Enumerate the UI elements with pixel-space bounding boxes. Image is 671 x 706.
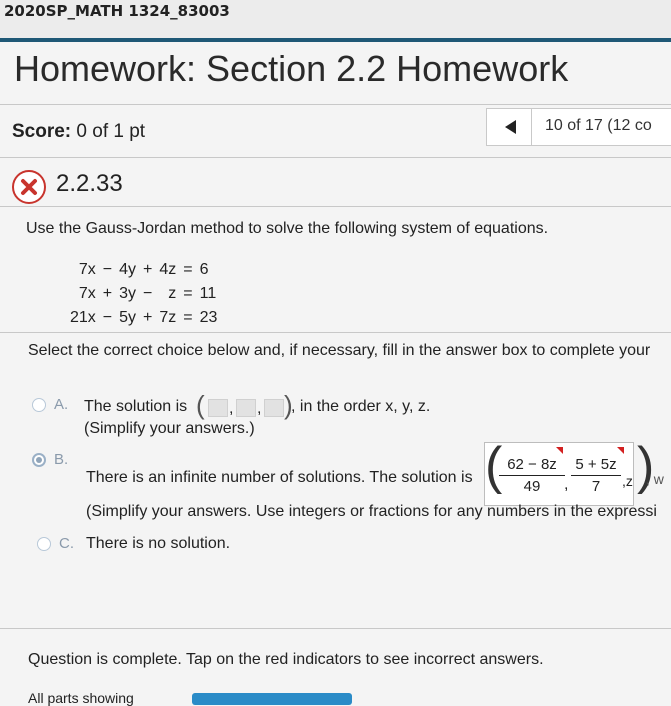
equation-operator: +: [102, 285, 113, 302]
equation-operator: −: [102, 261, 113, 278]
equation-term: 5y: [119, 309, 137, 326]
fraction-bar: [499, 475, 565, 476]
option-b-after: , w: [646, 471, 664, 487]
fraction-x[interactable]: 62 − 8z 49: [499, 456, 565, 495]
question-number: 2.2.33: [56, 170, 123, 197]
equation-equals: =: [183, 309, 193, 326]
divider: [0, 157, 671, 158]
equation-term: 21x: [70, 309, 96, 326]
equation-term: 3y: [119, 285, 137, 302]
question-nav: 10 of 17 (12 co: [486, 108, 671, 146]
equation-operator: −: [102, 309, 113, 326]
divider: [0, 104, 671, 105]
footer-text: All parts showing: [28, 690, 134, 706]
score: Score: 0 of 1 pt: [12, 121, 145, 143]
fraction-bar: [571, 475, 621, 476]
divider: [0, 628, 671, 629]
equation-term: 7x: [78, 285, 96, 302]
option-a-order: , in the order x, y, z.: [291, 398, 431, 415]
option-a-letter: A.: [54, 396, 69, 413]
divider: [0, 206, 671, 207]
comma: ,: [564, 476, 569, 493]
answer-box-x[interactable]: [208, 399, 228, 417]
option-a-radio[interactable]: [32, 398, 46, 412]
equation-term: 4y: [119, 261, 137, 278]
equation-operator: +: [143, 261, 153, 278]
fraction-y-denominator: 7: [591, 478, 601, 495]
option-b-z: ,z: [622, 473, 633, 489]
equation-equals: =: [183, 261, 193, 278]
equation-rhs: 11: [199, 285, 217, 302]
option-b-note: (Simplify your answers. Use integers or …: [86, 503, 657, 520]
equation-operator: −: [143, 285, 153, 302]
fraction-y-numerator: 5 + 5z: [575, 456, 617, 473]
score-label: Score:: [12, 121, 72, 142]
comma: ,: [257, 400, 262, 417]
answer-box-y[interactable]: [236, 399, 256, 417]
homework-title: Homework: Section 2.2 Homework: [14, 48, 569, 89]
fraction-x-numerator: 62 − 8z: [507, 456, 557, 473]
option-b-text: There is an infinite number of solutions…: [86, 469, 473, 486]
equation-term: 7z: [159, 309, 177, 326]
fraction-y[interactable]: 5 + 5z 7: [571, 456, 621, 495]
footer-button[interactable]: [192, 693, 352, 705]
option-b-letter: B.: [54, 451, 69, 468]
incorrect-icon: [12, 170, 46, 204]
accent-line: [0, 38, 671, 42]
option-b-radio[interactable]: [32, 453, 46, 467]
answer-box-z[interactable]: [264, 399, 284, 417]
option-c-radio[interactable]: [37, 537, 51, 551]
divider: [0, 332, 671, 333]
question-progress[interactable]: 10 of 17 (12 co: [545, 117, 652, 135]
completion-message: Question is complete. Tap on the red ind…: [28, 651, 544, 668]
fraction-x-denominator: 49: [523, 478, 541, 495]
equation-term: 7x: [78, 261, 96, 278]
select-prompt: Select the correct choice below and, if …: [28, 342, 651, 359]
option-c-letter: C.: [59, 535, 74, 552]
incorrect-flag-icon[interactable]: [617, 447, 624, 454]
previous-question-arrow-icon[interactable]: [505, 120, 516, 134]
comma: ,: [229, 400, 234, 417]
equation-operator: +: [143, 309, 153, 326]
course-title: 2020SP_MATH 1324_83003: [4, 2, 230, 20]
equation-row: 7x + 3y − z = 11: [66, 282, 221, 306]
open-paren: (: [196, 390, 205, 420]
equation-term: 4z: [159, 261, 177, 278]
equation-term: z: [168, 285, 177, 302]
incorrect-flag-icon[interactable]: [556, 447, 563, 454]
equation-system: 7x − 4y + 4z = 6 7x + 3y − z = 11 21x − …: [66, 258, 221, 330]
instructions: Use the Gauss-Jordan method to solve the…: [26, 220, 549, 237]
equation-row: 7x − 4y + 4z = 6: [66, 258, 221, 282]
nav-separator: [531, 109, 532, 145]
equation-rhs: 6: [199, 261, 209, 278]
score-value: 0 of 1 pt: [76, 121, 146, 142]
equation-rhs: 23: [199, 309, 218, 326]
equation-equals: =: [183, 285, 193, 302]
option-a-note: (Simplify your answers.): [84, 420, 255, 437]
option-a-text: The solution is: [84, 398, 188, 415]
equation-row: 21x − 5y + 7z = 23: [66, 306, 221, 330]
course-bar: 2020SP_MATH 1324_83003: [0, 0, 671, 40]
option-c-text: There is no solution.: [86, 535, 231, 552]
